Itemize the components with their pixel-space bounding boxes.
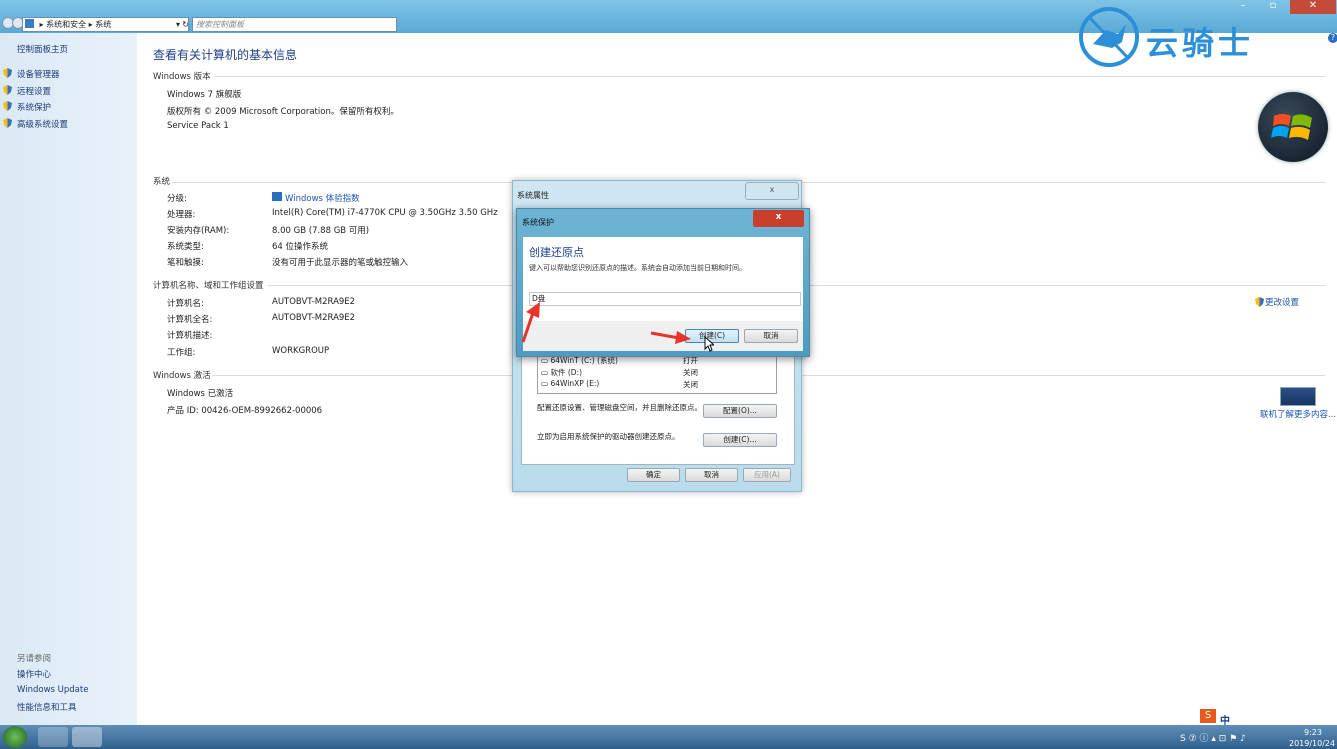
create-description: 立即为启用系统保护的驱动器创建还原点。	[537, 432, 680, 441]
description-label: 计算机描述:	[167, 331, 213, 341]
activation-status: Windows 已激活	[167, 389, 234, 399]
copyright-text: 版权所有 © 2009 Microsoft Corporation。保留所有权利…	[167, 107, 399, 117]
activation-header: Windows 激活	[153, 371, 211, 381]
edition-header: Windows 版本	[153, 72, 211, 82]
system-header: 系统	[153, 177, 171, 187]
pen-label: 笔和触摸:	[167, 258, 204, 268]
computer-name-label: 计算机名:	[167, 299, 204, 309]
system-type-value: 64 位操作系统	[272, 242, 329, 252]
search-input[interactable]: 搜索控制面板	[192, 17, 397, 32]
list-item[interactable]: ▭ 软件 (D:)	[541, 367, 582, 378]
shield-icon	[1255, 297, 1264, 307]
windows-update-link[interactable]: Windows Update	[17, 685, 88, 695]
clock-time[interactable]: 9:23	[1304, 728, 1322, 737]
dialog-close-button[interactable]: x	[745, 182, 799, 200]
restore-description: 键入可以帮助您识别还原点的描述。系统会自动添加当前日期和时间。	[529, 264, 746, 272]
shield-icon	[3, 101, 12, 111]
full-name-value: AUTOBVT-M2RA9E2	[272, 313, 356, 323]
close-button[interactable]: ✕	[1290, 0, 1336, 14]
pen-value: 没有可用于此显示器的笔或触控输入	[272, 258, 409, 268]
workgroup-label: 工作组:	[167, 348, 196, 358]
annotation-arrow-icon	[650, 331, 691, 344]
breadcrumb-system[interactable]: 系统	[95, 20, 111, 29]
refresh-icon[interactable]: ↻	[182, 18, 189, 31]
restore-dialog-close-button[interactable]: x	[753, 210, 804, 227]
minimize-button[interactable]: –	[1232, 0, 1254, 14]
system-protection-link[interactable]: 系统保护	[17, 101, 51, 113]
processor-label: 处理器:	[167, 210, 196, 220]
restore-dialog-body: 创建还原点 键入可以帮助您识别还原点的描述。系统会自动添加当前日期和时间。 D盘	[523, 237, 803, 321]
restore-cancel-button[interactable]: 取消	[744, 329, 798, 343]
action-center-link[interactable]: 操作中心	[17, 668, 51, 680]
computer-name-value: AUTOBVT-M2RA9E2	[272, 297, 356, 307]
help-icon[interactable]: ?	[1328, 33, 1337, 43]
see-also-label: 另请参阅	[17, 654, 52, 664]
control-panel-icon	[25, 19, 34, 28]
ram-value: 8.00 GB (7.88 GB 可用)	[272, 226, 370, 236]
control-panel-home-link[interactable]: 控制面板主页	[17, 43, 68, 55]
config-description: 配置还原设置、管理磁盘空间，并且删除还原点。	[537, 403, 702, 412]
advanced-settings-link[interactable]: 高级系统设置	[17, 118, 68, 130]
service-pack: Service Pack 1	[167, 121, 229, 131]
list-item[interactable]: ▭ 64WinXP (E:)	[541, 379, 599, 388]
address-bar[interactable]: ▸ 系统和安全 ▸ 系统 ▾ ↻	[22, 17, 189, 32]
create-button[interactable]: 创建(C)...	[703, 433, 777, 447]
experience-index-icon	[272, 192, 282, 201]
ime-indicator[interactable]: 中	[1220, 712, 1230, 727]
workgroup-value: WORKGROUP	[272, 346, 330, 356]
sogou-icon[interactable]: S	[1200, 709, 1216, 723]
drive-status: 关闭	[683, 368, 698, 377]
restore-heading: 创建还原点	[529, 246, 584, 259]
title-bar: ▸ 系统和安全 ▸ 系统 ▾ ↻ 搜索控制面板 – ▫ ✕ 云骑士 ?	[0, 0, 1337, 67]
configure-button[interactable]: 配置(O)...	[703, 404, 777, 418]
watermark-logo	[1078, 4, 1140, 70]
computer-name-header: 计算机名称、域和工作组设置	[153, 281, 264, 291]
rating-label: 分级:	[167, 194, 187, 204]
taskbar-app-control-panel[interactable]	[72, 727, 102, 747]
remote-settings-link[interactable]: 远程设置	[17, 85, 51, 97]
shield-icon	[3, 118, 12, 128]
left-pane: 控制面板主页 设备管理器 远程设置 系统保护 高级系统设置 另请参阅 操作中心 …	[0, 33, 137, 725]
full-name-label: 计算机全名:	[167, 315, 213, 325]
change-settings-link[interactable]: 更改设置	[1265, 296, 1299, 308]
mouse-cursor-icon	[704, 336, 714, 352]
device-manager-link[interactable]: 设备管理器	[17, 68, 60, 80]
annotation-arrow-icon	[521, 302, 540, 343]
cancel-button[interactable]: 取消	[685, 468, 738, 482]
experience-index-link[interactable]: Windows 体验指数	[285, 192, 360, 204]
edition-value: Windows 7 旗舰版	[167, 90, 242, 100]
processor-value: Intel(R) Core(TM) i7-4770K CPU @ 3.50GHz…	[272, 208, 498, 218]
genuine-badge	[1280, 387, 1316, 406]
taskbar: 中 S S ⑦ ⓘ ▴ ⊡ ⚑ ♪ 9:23 2019/10/24	[0, 709, 1337, 749]
restore-description-input[interactable]: D盘	[529, 292, 801, 306]
breadcrumb-security[interactable]: 系统和安全	[46, 20, 86, 29]
watermark-text: 云骑士	[1146, 24, 1255, 62]
shield-icon	[3, 85, 12, 95]
divider	[215, 76, 1325, 77]
product-id: 产品 ID: 00426-OEM-8992662-00006	[167, 406, 323, 416]
page-title: 查看有关计算机的基本信息	[153, 48, 298, 62]
maximize-button[interactable]: ▫	[1262, 0, 1284, 14]
drive-status: 关闭	[683, 380, 698, 389]
tray-icons[interactable]: S ⑦ ⓘ ▴ ⊡ ⚑ ♪	[1180, 731, 1246, 744]
drive-list[interactable]: ▭ 64WinT (C:) (系统) 打开 ▭ 软件 (D:) 关闭 ▭ 64W…	[537, 354, 777, 394]
dialog-title: 系统属性	[517, 191, 549, 200]
windows-logo	[1258, 92, 1328, 162]
system-type-label: 系统类型:	[167, 242, 204, 252]
ram-label: 安装内存(RAM):	[167, 226, 230, 236]
clock-date[interactable]: 2019/10/24	[1289, 739, 1335, 748]
shield-icon	[3, 68, 12, 78]
ok-button[interactable]: 确定	[627, 468, 680, 482]
performance-link[interactable]: 性能信息和工具	[17, 701, 77, 713]
start-button[interactable]	[3, 726, 27, 748]
apply-button[interactable]: 应用(A)	[743, 468, 791, 482]
restore-dialog-title: 系统保护	[522, 218, 554, 227]
learn-more-link[interactable]: 联机了解更多内容...	[1260, 408, 1336, 420]
dropdown-icon[interactable]: ▾	[176, 18, 180, 31]
taskbar-app-explorer[interactable]	[38, 727, 68, 747]
